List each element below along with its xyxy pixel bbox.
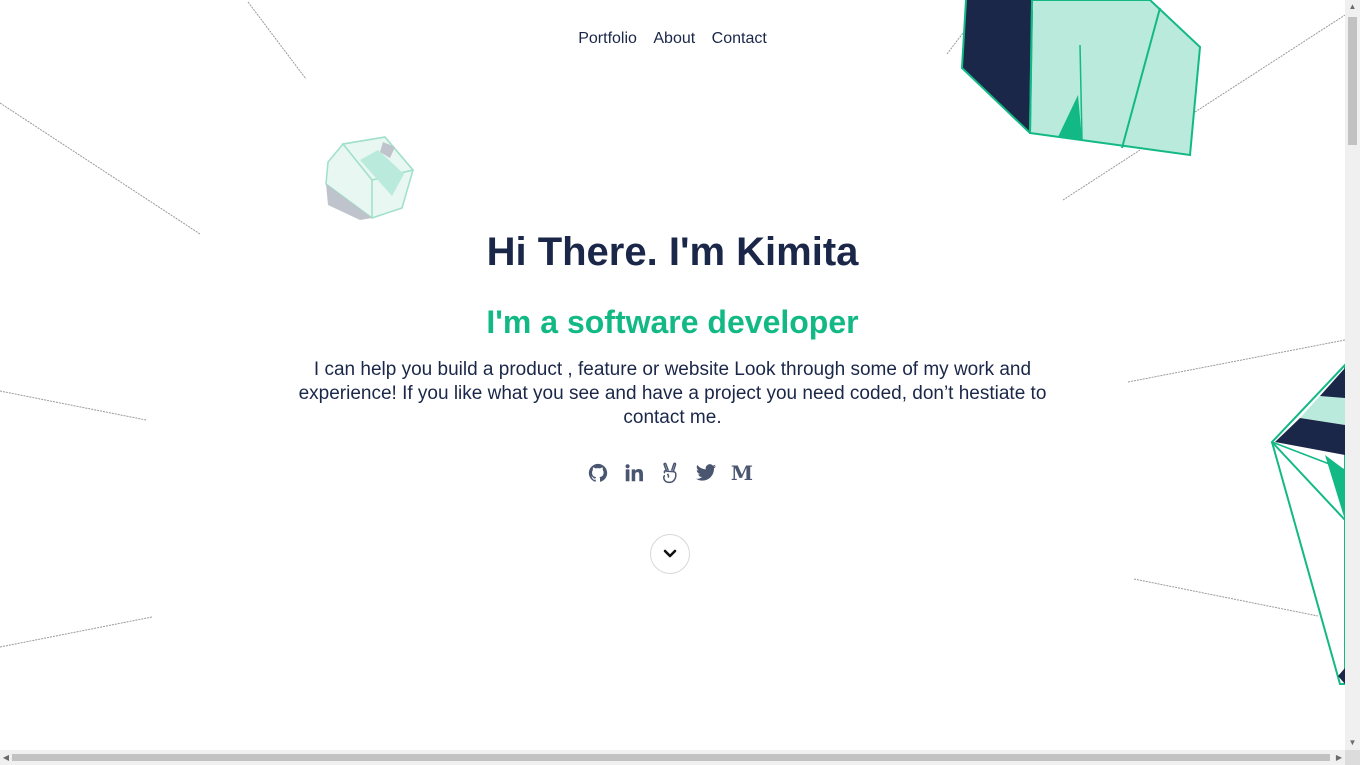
chevron-down-icon [663, 549, 677, 558]
twitter-icon[interactable] [694, 461, 718, 485]
nav-link-contact[interactable]: Contact [712, 30, 767, 48]
scroll-down-button[interactable] [650, 534, 690, 574]
horizontal-scroll-thumb[interactable] [12, 754, 1330, 761]
scroll-right-arrow-icon[interactable]: ▶ [1333, 750, 1345, 765]
hero-description: I can help you build a product , feature… [298, 359, 1047, 428]
main-navigation: Portfolio About Contact [0, 30, 1345, 48]
nav-link-about[interactable]: About [653, 30, 695, 48]
small-cube-graphic [325, 136, 415, 220]
medium-icon[interactable]: M [730, 461, 754, 485]
hero-subtitle: I'm a software developer [486, 304, 859, 340]
hero-title: Hi There. I'm Kimita [486, 230, 859, 274]
vertical-scroll-thumb[interactable] [1348, 17, 1357, 145]
github-icon[interactable] [586, 461, 610, 485]
scroll-down-arrow-icon[interactable]: ▼ [1345, 736, 1360, 750]
nav-link-portfolio[interactable]: Portfolio [578, 30, 637, 48]
crystal-right-graphic [1270, 362, 1346, 685]
linkedin-icon[interactable] [622, 461, 646, 485]
scrollbar-corner [1345, 750, 1360, 765]
angellist-icon[interactable] [658, 461, 682, 485]
horizontal-scrollbar[interactable]: ◀ ▶ [0, 750, 1345, 765]
social-links: M [586, 460, 756, 486]
scroll-left-arrow-icon[interactable]: ◀ [0, 750, 12, 765]
vertical-scrollbar[interactable]: ▲ ▼ [1345, 0, 1360, 750]
scroll-up-arrow-icon[interactable]: ▲ [1345, 0, 1360, 14]
crystal-top-right-graphic [960, 0, 1202, 157]
